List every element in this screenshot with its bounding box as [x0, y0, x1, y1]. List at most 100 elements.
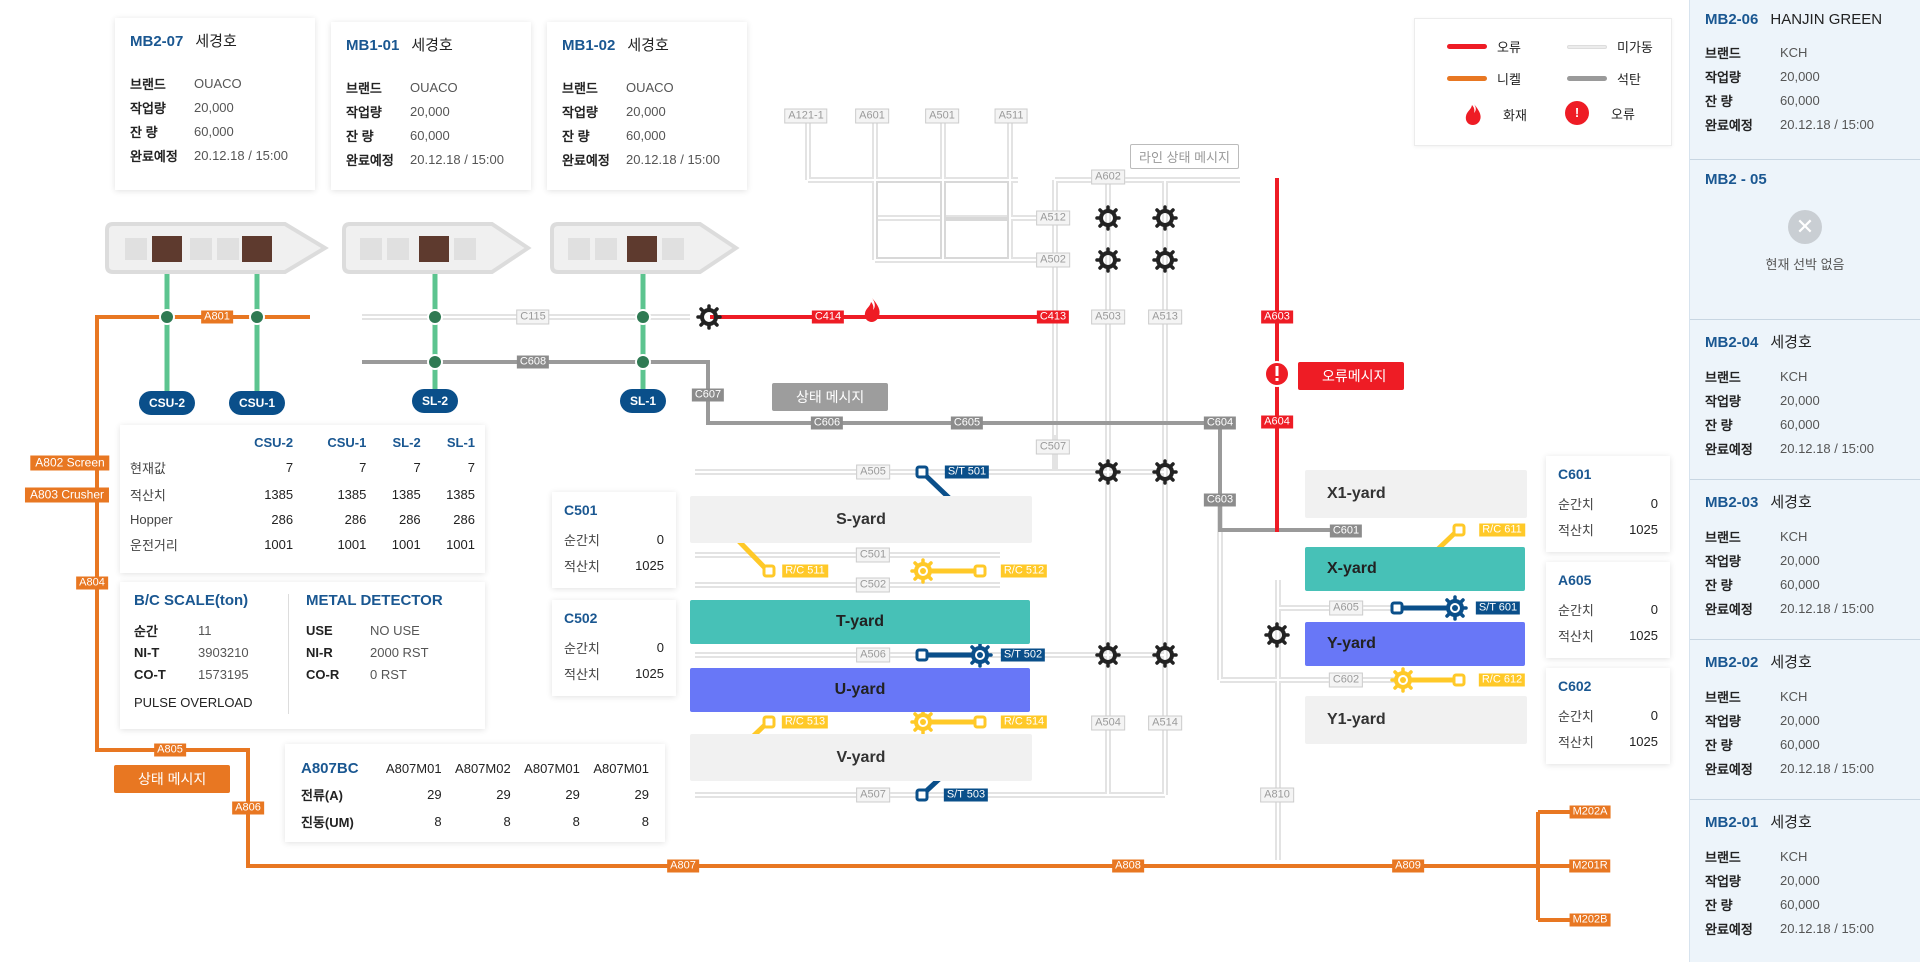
conveyor-tag[interactable]: A502 [1036, 252, 1070, 268]
conveyor-tag[interactable]: A804 [76, 576, 108, 590]
cell: 8 [503, 814, 511, 829]
conveyor-tag[interactable]: M202A [1569, 805, 1611, 819]
conveyor-tag[interactable]: A805 [154, 743, 186, 757]
reclaimer-icon[interactable] [910, 709, 936, 735]
conveyor-tag[interactable]: A513 [1148, 309, 1182, 325]
cell: 1001 [391, 537, 421, 552]
berth-card-mb2-01[interactable]: MB2-01 세경호 브랜드 KCH 작업량 20,000 잔 량 60,000 완료예… [1690, 800, 1920, 962]
reclaimer-tag[interactable]: R/C 611 [1479, 523, 1525, 537]
conveyor-tag[interactable]: A512 [1036, 210, 1070, 226]
unloader-sl1[interactable]: SL-1 [619, 389, 667, 413]
gear-icon[interactable] [696, 304, 722, 330]
unloader-sl2[interactable]: SL-2 [411, 389, 459, 413]
reclaimer-tag[interactable]: R/C 512 [1000, 564, 1048, 578]
yard-y[interactable]: Y-yard [1305, 622, 1525, 666]
unloader-csu1[interactable]: CSU-1 [228, 391, 286, 415]
reclaimer-tag[interactable]: R/C 513 [781, 715, 829, 729]
conveyor-tag[interactable]: C607 [691, 388, 725, 402]
yard-v[interactable]: V-yard [690, 734, 1032, 781]
conveyor-tag[interactable]: A801 [201, 310, 233, 324]
line-status-message[interactable]: 라인 상태 메시지 [1130, 144, 1239, 169]
field-value: 60,000 [1780, 92, 1820, 108]
reclaimer-tag[interactable]: R/C 514 [1000, 715, 1048, 729]
field-value: 1573195 [198, 666, 249, 682]
stacker-icon[interactable] [967, 642, 993, 668]
unloader-table: CSU-2 CSU-1 SL-2 SL-1 현재값 7 7 7 7 적산치 13… [130, 431, 475, 558]
berth-code: MB2-01 [1705, 814, 1759, 831]
berth-code: MB2 - 05 [1705, 171, 1767, 188]
conveyor-tag[interactable]: A603 [1261, 310, 1293, 324]
conveyor-tag[interactable]: A601 [855, 108, 889, 124]
counter-title: C602 [1558, 678, 1592, 694]
conveyor-tag[interactable]: A501 [925, 108, 959, 124]
reclaimer-icon[interactable] [910, 558, 936, 584]
conveyor-tag[interactable]: C501 [855, 547, 891, 563]
yard-s[interactable]: S-yard [690, 496, 1032, 543]
stacker-icon[interactable] [1442, 595, 1468, 621]
yard-t[interactable]: T-yard [690, 600, 1030, 644]
conveyor-tag[interactable]: C414 [811, 310, 845, 324]
berth-card-mb2-03[interactable]: MB2-03 세경호 브랜드 KCH 작업량 20,000 잔 량 60,000 완료예… [1690, 480, 1920, 640]
conveyor-tag[interactable]: A514 [1148, 715, 1182, 731]
berth-card-mb2-02[interactable]: MB2-02 세경호 브랜드 KCH 작업량 20,000 잔 량 60,000 완료예… [1690, 640, 1920, 800]
a802-screen-tag[interactable]: A802 Screen [30, 455, 110, 471]
conveyor-tag[interactable]: A506 [856, 647, 890, 663]
conveyor-tag[interactable]: A507 [856, 787, 890, 803]
conveyor-tag[interactable]: A810 [1260, 787, 1294, 803]
ship-card-mb1-01[interactable]: MB1-01 세경호 브랜드 OUACO 작업량 20,000 잔 량 60,000 완… [331, 22, 531, 190]
conveyor-tag[interactable]: C507 [1035, 439, 1071, 455]
yard-y1[interactable]: Y1-yard [1305, 696, 1527, 744]
berth-card-mb2-04[interactable]: MB2-04 세경호 브랜드 KCH 작업량 20,000 잔 량 60,000 완료예… [1690, 320, 1920, 480]
conveyor-tag[interactable]: C602 [1328, 672, 1364, 688]
error-message[interactable]: 오류메시지 [1298, 362, 1405, 390]
conveyor-tag[interactable]: A602 [1091, 169, 1125, 185]
reclaimer-tag[interactable]: R/C 612 [1478, 673, 1526, 687]
conveyor-tag[interactable]: A121-1 [784, 108, 828, 124]
reclaimer-tag[interactable]: R/C 511 [782, 564, 828, 578]
status-message-badge[interactable]: 상태 메시지 [114, 765, 231, 793]
conveyor-tag[interactable]: A511 [994, 108, 1028, 124]
conveyor-tag[interactable]: C604 [1203, 416, 1237, 430]
counter-title: C502 [564, 610, 598, 626]
conveyor-tag[interactable]: A604 [1261, 415, 1293, 429]
conveyor-tag[interactable]: C605 [950, 416, 984, 430]
ship-name: 세경호 [1770, 334, 1812, 351]
ship-card-mb1-02[interactable]: MB1-02 세경호 브랜드 OUACO 작업량 20,000 잔 량 60,000 완… [547, 22, 747, 190]
yard-x[interactable]: X-yard [1305, 547, 1525, 591]
stacker-tag[interactable]: S/T 501 [944, 465, 990, 479]
berth-card-mb2-05[interactable]: MB2 - 05 ✕ 현재 선박 없음 [1690, 160, 1920, 320]
conveyor-tag[interactable]: A505 [856, 464, 890, 480]
field-label: 순간치 [564, 640, 600, 656]
a803-crusher-tag[interactable]: A803 Crusher [24, 487, 110, 503]
stacker-tag[interactable]: S/T 503 [943, 788, 989, 802]
conveyor-tag[interactable]: C608 [516, 355, 550, 369]
stacker-tag[interactable]: S/T 601 [1475, 601, 1521, 615]
conveyor-tag[interactable]: C603 [1203, 493, 1237, 507]
unloader-csu2[interactable]: CSU-2 [138, 391, 196, 415]
stacker-tag[interactable]: S/T 502 [1000, 648, 1046, 662]
fire-icon[interactable] [864, 298, 880, 322]
conveyor-tag[interactable]: A807 [667, 859, 699, 873]
conveyor-tag[interactable]: A808 [1112, 859, 1144, 873]
reclaimer-icon[interactable] [1390, 667, 1416, 693]
yard-u[interactable]: U-yard [690, 668, 1030, 712]
conveyor-tag[interactable]: C601 [1329, 524, 1363, 538]
conveyor-tag[interactable]: C606 [810, 416, 844, 430]
conveyor-tag[interactable]: C413 [1036, 310, 1070, 324]
error-icon[interactable] [1264, 361, 1290, 387]
status-message[interactable]: 상태 메시지 [772, 383, 889, 411]
conveyor-tag[interactable]: M201R [1569, 859, 1611, 873]
conveyor-tag[interactable]: C502 [855, 577, 891, 593]
berth-card-mb2-06[interactable]: MB2-06 HANJIN GREEN 브랜드 KCH 작업량 20,000 잔 량 6… [1690, 0, 1920, 160]
ship-card-mb2-07[interactable]: MB2-07 세경호 브랜드 OUACO 작업량 20,000 잔 량 60,000 완… [115, 18, 315, 190]
conveyor-tag[interactable]: C115 [516, 309, 550, 325]
conveyor-tag[interactable]: A504 [1091, 715, 1125, 731]
conveyor-tag[interactable]: M202B [1569, 913, 1611, 927]
conveyor-tag[interactable]: A605 [1329, 600, 1363, 616]
conveyor-tag[interactable]: A503 [1091, 309, 1125, 325]
conveyor-tag[interactable]: A806 [232, 801, 264, 815]
yard-x1[interactable]: X1-yard [1305, 470, 1527, 518]
conveyor-tag[interactable]: A809 [1392, 859, 1424, 873]
field-label: 작업량 [1705, 553, 1741, 569]
field-label: 완료예정 [130, 148, 178, 164]
